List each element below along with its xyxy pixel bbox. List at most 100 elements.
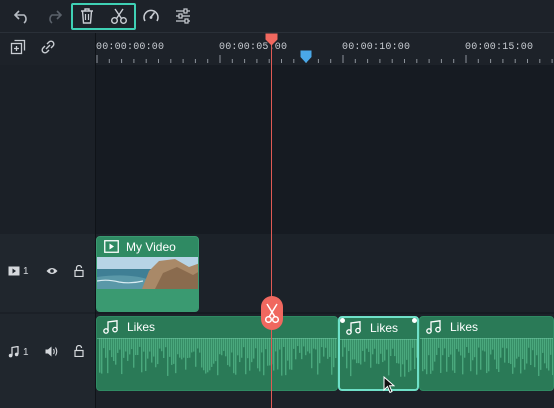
audio-clip[interactable]: Likes — [419, 316, 554, 391]
adjust-button[interactable] — [171, 4, 195, 28]
waveform-bar — [155, 338, 157, 368]
waveform-bar — [195, 338, 197, 367]
waveform-bar — [153, 338, 155, 357]
waveform-bar — [163, 338, 165, 359]
waveform-bar — [305, 338, 307, 356]
ruler-label: 00:00:00:00 — [96, 42, 165, 53]
waveform-bar — [321, 338, 323, 348]
waveform-bar — [520, 338, 522, 374]
waveform-bar — [233, 338, 235, 374]
waveform-bar — [331, 338, 333, 375]
waveform-bar — [157, 338, 159, 365]
video-track-number: 1 — [23, 266, 29, 277]
waveform-bar — [456, 338, 458, 350]
volume-icon[interactable] — [45, 346, 58, 357]
waveform-bar — [502, 338, 504, 348]
add-track-button[interactable] — [6, 35, 30, 59]
waveform-bar — [119, 338, 121, 350]
waveform-bar — [103, 338, 105, 349]
waveform-bar — [512, 338, 514, 374]
waveform-bar — [117, 338, 119, 353]
waveform-bar — [448, 338, 450, 358]
fade-out-handle[interactable] — [412, 318, 417, 323]
waveform-bar — [488, 338, 490, 372]
waveform-bar — [231, 338, 233, 353]
link-button[interactable] — [36, 35, 60, 59]
waveform-bar — [265, 338, 267, 350]
unlock-icon[interactable] — [74, 265, 84, 277]
audio-clip-title: Likes — [370, 321, 399, 335]
waveform-bar — [227, 338, 229, 366]
waveform-bar — [454, 338, 456, 373]
undo-icon — [13, 10, 27, 24]
link-icon — [41, 40, 55, 54]
waveform-bar — [301, 338, 303, 360]
waveform-bar — [105, 338, 107, 358]
fade-in-handle[interactable] — [340, 318, 345, 323]
waveform-bar — [468, 338, 470, 353]
waveform-bar — [398, 339, 400, 364]
split-at-playhead-button[interactable] — [261, 296, 283, 330]
music-note-icon — [426, 320, 441, 334]
waveform-bar — [476, 338, 478, 375]
audio-clip-selected[interactable]: Likes — [338, 316, 419, 391]
undo-button[interactable] — [10, 4, 34, 28]
waveform-bar — [536, 338, 538, 356]
video-clip[interactable]: My Video — [96, 236, 199, 312]
waveform-bar — [109, 338, 111, 351]
waveform-bar — [293, 338, 295, 349]
waveform-bar — [179, 338, 181, 358]
waveform-bar — [416, 339, 417, 358]
timeline-ruler[interactable]: 00:00:00:00 00:00:05:00 00:00:10:00 00:0… — [96, 33, 554, 65]
waveform-bar — [167, 338, 169, 376]
waveform-bar — [548, 338, 550, 371]
waveform-bar — [115, 338, 117, 365]
audio-clip-title: Likes — [127, 320, 156, 334]
waveform-bar — [546, 338, 548, 369]
waveform-bar — [360, 339, 362, 365]
waveform-bar — [538, 338, 540, 376]
waveform-bar — [542, 338, 544, 353]
audio-clip-title: Likes — [450, 320, 479, 334]
scissors-icon — [111, 8, 127, 24]
unlock-icon[interactable] — [74, 345, 84, 357]
waveform-bar — [145, 338, 147, 372]
delete-button[interactable] — [75, 4, 99, 28]
waveform-bar — [458, 338, 460, 352]
waveform-bar — [209, 338, 211, 371]
waveform-bar — [257, 338, 259, 369]
waveform-bar — [135, 338, 137, 356]
waveform-bar — [187, 338, 189, 359]
audio-clip[interactable]: Likes — [96, 316, 338, 391]
waveform-bar — [313, 338, 315, 349]
waveform-bar — [522, 338, 524, 360]
waveform-bar — [123, 338, 125, 358]
track-headers: 1 1 — [0, 65, 96, 408]
redo-button[interactable] — [42, 4, 66, 28]
waveform-bar — [450, 338, 452, 355]
waveform-bar — [354, 339, 356, 360]
waveform-bar — [490, 338, 492, 355]
mouse-cursor-icon — [383, 376, 395, 394]
waveform-bar — [528, 338, 530, 348]
waveform-bar — [225, 338, 227, 357]
waveform-bar — [482, 338, 484, 351]
waveform-bar — [426, 338, 428, 375]
scissors-icon — [264, 303, 280, 324]
waveform-bar — [137, 338, 139, 356]
playhead-handle[interactable] — [265, 33, 278, 46]
waveform-bar — [327, 338, 329, 359]
eye-icon[interactable] — [46, 266, 58, 276]
waveform-bar — [101, 338, 103, 374]
waveform-bar — [532, 338, 534, 351]
waveform-bar — [215, 338, 217, 362]
waveform-bar — [287, 338, 289, 361]
waveform-bar — [111, 338, 113, 358]
waveform-bar — [486, 338, 488, 374]
waveform-bar — [159, 338, 161, 349]
split-button[interactable] — [107, 4, 131, 28]
speed-button[interactable] — [139, 4, 163, 28]
waveform-bar — [394, 339, 396, 357]
marker-icon[interactable] — [300, 50, 312, 64]
waveform-bar — [504, 338, 506, 363]
